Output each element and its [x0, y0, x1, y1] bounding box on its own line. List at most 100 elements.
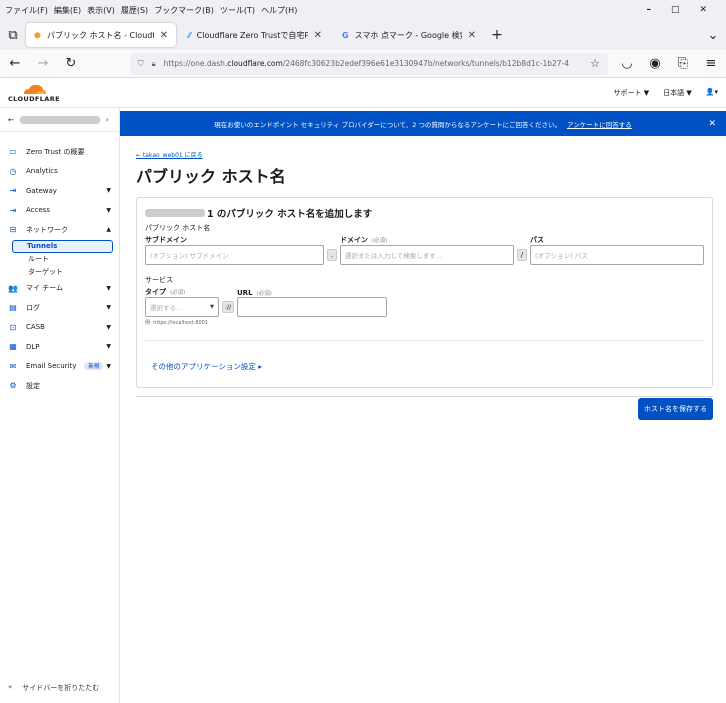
tab-title: スマホ 点マーク - Google 検索 [354, 30, 462, 40]
account-switcher[interactable]: ← › [0, 108, 119, 132]
tab-google-search[interactable]: G スマホ 点マーク - Google 検索 ✕ [334, 23, 484, 47]
card-title-text: 1 のパブリック ホスト名を追加します [207, 209, 373, 220]
sidebar-item-casb[interactable]: ⊡ CASB ▼ [0, 318, 119, 338]
sidebar-item-gateway[interactable]: ⇥ Gateway ▼ [0, 181, 119, 201]
back-arrow-icon[interactable]: ← [8, 116, 14, 124]
gateway-icon: ⇥ [9, 186, 17, 196]
sidebar-item-label: Analytics [26, 167, 58, 176]
sidebar-item-label: Access [26, 206, 50, 215]
subdomain-input[interactable]: (オプション) サブドメイン [145, 245, 325, 265]
email-icon: ✉ [9, 361, 17, 371]
sidebar-item-my-team[interactable]: 👥 マイ チーム ▼ [0, 279, 119, 299]
browser-menubar: ファイル(F) 編集(E) 表示(V) 履歴(S) ブックマーク(B) ツール(… [0, 0, 726, 20]
account-icon[interactable]: ◉ [646, 56, 664, 71]
type-select[interactable]: 選択する... ▼ [145, 297, 219, 317]
sidebar-subitem-routes[interactable]: ルート [0, 253, 119, 266]
lock-icon: 🔒︎ [151, 58, 156, 68]
sidebar-subitem-targets[interactable]: ターゲット [0, 266, 119, 279]
back-link[interactable]: ← takao_web01 に戻る [136, 152, 203, 159]
menu-history[interactable]: 履歴(S) [121, 5, 148, 16]
url-bar[interactable]: ⛉ 🔒︎ https://one.dash.cloudflare.com/246… [130, 52, 608, 75]
menu-bookmarks[interactable]: ブックマーク(B) [154, 5, 214, 16]
logo-text: CLOUDFLARE [8, 94, 60, 103]
save-hostname-button[interactable]: ホスト名を保存する [638, 398, 713, 420]
casb-icon: ⊡ [9, 322, 17, 332]
cloud-icon [23, 84, 46, 94]
menu-tools[interactable]: ツール(T) [220, 5, 255, 16]
more-app-settings-link[interactable]: その他のアプリケーション設定 ▸ [151, 361, 704, 372]
sidebar-item-label: 設定 [26, 381, 40, 390]
sidebar-item-dlp[interactable]: ▦ DLP ▼ [0, 337, 119, 357]
menu-edit[interactable]: 編集(E) [54, 5, 81, 16]
sidebar: ← › ▭ Zero Trust の概要 ◷ Analytics ⇥ Gatew… [0, 108, 120, 703]
tab-cloudflare-zero-trust[interactable]: ⁄⁄ Cloudflare Zero Trustで自宅PC... ✕ [180, 23, 330, 47]
menu-view[interactable]: 表示(V) [87, 5, 115, 16]
hostname-card: 1 のパブリック ホスト名を追加します パブリック ホスト名 サブドメイン (オ… [136, 197, 713, 388]
minimize-icon[interactable]: – [646, 5, 651, 15]
close-window-icon[interactable]: ✕ [699, 5, 707, 15]
close-tab-icon[interactable]: ✕ [468, 30, 476, 41]
chevron-down-icon[interactable]: ⌄ [704, 28, 722, 43]
section-hostname: パブリック ホスト名 [145, 224, 211, 232]
type-required: (必須) [170, 290, 186, 296]
tunnel-name-redacted [145, 209, 205, 217]
network-icon: ⊟ [9, 225, 17, 235]
url-text: https://one.dash.cloudflare.com/2468fc30… [163, 59, 569, 68]
sidebar-item-logs[interactable]: ▤ ログ ▼ [0, 298, 119, 318]
browser-navbar: ← → ↻ ⛉ 🔒︎ https://one.dash.cloudflare.c… [0, 50, 726, 78]
sidebar-item-analytics[interactable]: ◷ Analytics [0, 162, 119, 182]
close-icon[interactable]: ✕ [708, 119, 716, 129]
menu-help[interactable]: ヘルプ(H) [261, 5, 297, 16]
domain-select[interactable]: 選択または入力して検索します... [339, 245, 514, 265]
domain-label: ドメイン [339, 236, 368, 244]
card-title: 1 のパブリック ホスト名を追加します [145, 206, 704, 220]
cloudflare-logo[interactable]: CLOUDFLARE [8, 83, 60, 103]
maximize-icon[interactable]: □ [671, 5, 680, 15]
url-input[interactable] [237, 297, 387, 317]
survey-link[interactable]: アンケートに回答する [567, 119, 632, 129]
tab-cloudflare-hostname[interactable]: ⬢ パブリック ホスト名 - Cloudflare ✕ [26, 23, 176, 47]
chevron-down-icon: ▼ [106, 323, 111, 331]
star-icon[interactable]: ☆ [590, 57, 600, 70]
tab-list-icon[interactable]: ⧉ [4, 28, 22, 43]
sidebar-item-settings[interactable]: ⚙ 設定 [0, 376, 119, 396]
path-input[interactable]: (オプション) パス [529, 245, 704, 265]
sidebar-item-label: Gateway [26, 186, 57, 195]
domain-required: (必須) [371, 238, 388, 244]
forward-icon[interactable]: → [34, 56, 52, 71]
shield-outline-icon: ⛉ [138, 58, 144, 68]
access-icon: ⇥ [9, 205, 17, 215]
double-chevron-left-icon: « [8, 683, 13, 691]
sidebar-item-overview[interactable]: ▭ Zero Trust の概要 [0, 142, 119, 162]
user-menu[interactable]: 👤▾ [706, 88, 718, 98]
subdomain-label: サブドメイン [145, 236, 187, 244]
back-icon[interactable]: ← [6, 56, 24, 71]
collapse-label: サイドバーを折りたたむ [22, 684, 100, 692]
pocket-icon[interactable]: ◡ [618, 56, 636, 71]
shield-icon: ⬢ [34, 30, 41, 40]
sidebar-item-label: ログ [26, 303, 40, 312]
sidebar-item-network[interactable]: ⊟ ネットワーク ▲ [0, 220, 119, 240]
close-tab-icon[interactable]: ✕ [160, 30, 168, 41]
menu-file[interactable]: ファイル(F) [5, 5, 48, 16]
close-tab-icon[interactable]: ✕ [314, 30, 322, 41]
hamburger-menu-icon[interactable]: ≡ [702, 56, 720, 71]
extensions-icon[interactable]: ⎘ [674, 56, 692, 71]
collapse-sidebar-button[interactable]: « サイドバーを折りたたむ [8, 683, 99, 693]
divider [136, 396, 713, 397]
sidebar-subitem-tunnels[interactable]: Tunnels [12, 239, 113, 253]
sidebar-item-access[interactable]: ⇥ Access ▼ [0, 201, 119, 221]
chevron-down-icon: ▼ [106, 206, 111, 214]
chevron-right-icon: › [105, 115, 109, 124]
new-tab-icon[interactable]: + [488, 27, 506, 43]
chevron-down-icon: ▼ [106, 304, 111, 312]
url-hint: 例: https://localhost:8001 [145, 320, 209, 326]
sidebar-item-email-security[interactable]: ✉ Email Security 新規 ▼ [0, 357, 119, 377]
banner-text: 現在お使いのエンドポイント セキュリティ プロバイダーについて、2 つの質問から… [214, 120, 562, 129]
analytics-icon: ◷ [9, 166, 17, 176]
reload-icon[interactable]: ↻ [62, 56, 80, 71]
sidebar-item-label: マイ チーム [26, 284, 64, 293]
chevron-down-icon: ▼ [106, 284, 111, 292]
language-menu[interactable]: 日本語 ▼ [663, 88, 692, 98]
support-menu[interactable]: サポート ▼ [614, 88, 650, 98]
